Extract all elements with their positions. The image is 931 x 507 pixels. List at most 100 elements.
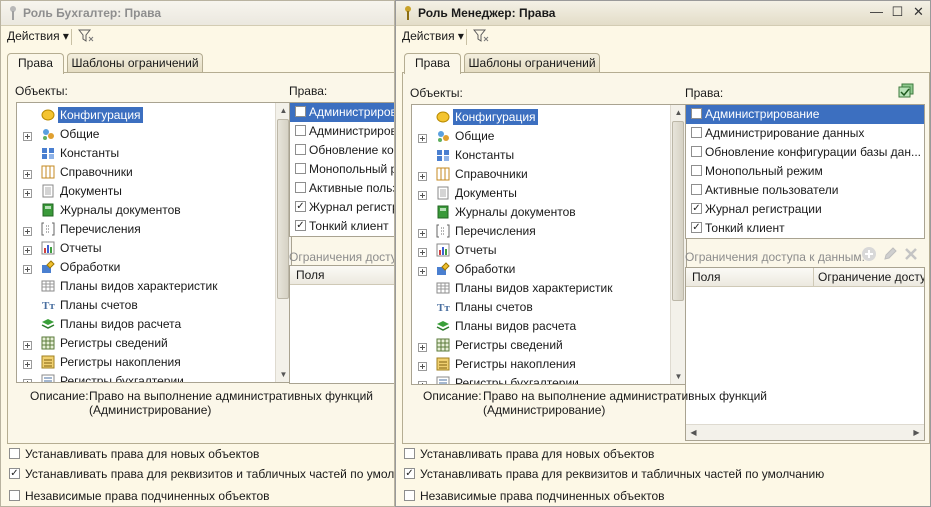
tree-item[interactable]: Регистры сведений [17,334,291,353]
tree-item[interactable]: Тт Планы счетов [412,298,686,317]
right-checkbox[interactable] [295,163,306,174]
right-checkbox[interactable] [691,127,702,138]
tree-item[interactable]: Перечисления [17,220,291,239]
option-checkbox[interactable] [404,490,415,501]
scroll-right-icon[interactable]: ▶ [909,425,924,440]
right-checkbox[interactable] [691,108,702,119]
scroll-left-icon[interactable]: ◀ [686,425,701,440]
option-checkbox[interactable] [9,490,20,501]
right-item[interactable]: Администрирова [290,103,394,122]
close-icon[interactable]: ✕ [911,4,926,20]
right-checkbox[interactable] [691,184,702,195]
expand-icon[interactable] [23,263,32,274]
objects-tree[interactable]: Конфигурация Общие Константы Справочники Док… [16,102,292,383]
column-fields[interactable]: Поля [296,268,325,282]
expand-icon[interactable] [418,341,427,352]
tree-item[interactable]: Документы [17,182,291,201]
right-item[interactable]: Активные пользователи [686,181,924,200]
right-item[interactable]: Администрирование [686,105,924,124]
expand-icon[interactable] [23,187,32,198]
right-checkbox[interactable] [295,106,306,117]
copy-rights-icon[interactable] [898,83,914,99]
tree-item-selected[interactable]: Конфигурация [412,108,686,127]
tree-item[interactable]: Обработки [412,260,686,279]
tree-item[interactable]: Перечисления [412,222,686,241]
expand-icon[interactable] [23,339,32,350]
right-item[interactable]: ✓ Тонкий клиент [686,219,924,238]
expand-icon[interactable] [418,170,427,181]
expand-icon[interactable] [418,132,427,143]
right-item[interactable]: Администрирование данных [686,124,924,143]
tree-scrollbar[interactable]: ▲ ▼ [670,105,686,384]
expand-icon[interactable] [23,358,32,369]
column-fields[interactable]: Поля [692,270,721,284]
right-item[interactable]: Монопольный режим [686,162,924,181]
right-checkbox[interactable] [295,144,306,155]
scroll-thumb[interactable] [277,119,289,299]
right-item[interactable]: Обновление конфигурации базы дан... [686,143,924,162]
rights-list[interactable]: Администрирование Администрирование данны… [685,104,925,239]
tree-item[interactable]: Справочники [17,163,291,182]
expand-icon[interactable] [23,130,32,141]
tree-item[interactable]: Регистры бухгалтерии [17,372,291,382]
tree-item[interactable]: Общие [412,127,686,146]
right-checkbox[interactable] [691,146,702,157]
right-item[interactable]: Администрирова [290,122,394,141]
right-checkbox[interactable]: ✓ [295,201,306,212]
scroll-down-icon[interactable]: ▼ [671,369,686,384]
right-item[interactable]: ✓ Журнал регистрации [686,200,924,219]
tab-restriction-templates[interactable]: Шаблоны ограничений [67,53,203,73]
edit-icon[interactable] [882,246,898,262]
objects-tree[interactable]: Конфигурация Общие Константы Справочники Док… [411,104,687,385]
scroll-thumb[interactable] [672,121,684,301]
column-separator[interactable] [813,268,814,286]
tree-item[interactable]: Планы видов расчета [412,317,686,336]
title-bar[interactable]: Роль Бухгалтер: Права [1,1,394,26]
expand-icon[interactable] [418,246,427,257]
right-checkbox[interactable] [295,125,306,136]
tab-rights[interactable]: Права [7,53,64,74]
option-checkbox[interactable]: ✓ [404,468,415,479]
tree-item[interactable]: Журналы документов [412,203,686,222]
title-bar[interactable]: Роль Менеджер: Права — ☐ ✕ [396,1,930,26]
right-item[interactable]: Активные пользо [290,179,394,198]
actions-menu[interactable]: Действия ▾ [402,29,464,43]
right-item[interactable]: Монопольный реж [290,160,394,179]
right-checkbox[interactable] [295,182,306,193]
scroll-up-icon[interactable]: ▲ [671,105,686,120]
restrictions-grid[interactable]: Поля Ограничение доступа ◀ ▶ [685,267,925,441]
right-checkbox[interactable] [691,165,702,176]
expand-icon[interactable] [418,227,427,238]
right-item[interactable]: ✓ Тонкий клиент [290,217,394,236]
tab-restriction-templates[interactable]: Шаблоны ограничений [464,53,600,73]
right-item[interactable]: ✓Журнал регистра [290,198,394,217]
tree-item[interactable]: Общие [17,125,291,144]
grid-hscrollbar[interactable]: ◀ ▶ [686,424,924,440]
tree-item[interactable]: Регистры накопления [412,355,686,374]
actions-menu[interactable]: Действия ▾ [7,29,69,43]
delete-icon[interactable] [903,246,919,262]
expand-icon[interactable] [23,168,32,179]
right-checkbox[interactable]: ✓ [691,222,702,233]
filter-icon[interactable] [78,28,94,44]
expand-icon[interactable] [418,360,427,371]
add-icon[interactable] [861,246,877,262]
right-checkbox[interactable]: ✓ [295,220,306,231]
tree-item[interactable]: Планы видов характеристик [17,277,291,296]
tree-item[interactable]: Константы [412,146,686,165]
tree-item[interactable]: Планы видов характеристик [412,279,686,298]
maximize-icon[interactable]: ☐ [890,4,905,20]
tree-item[interactable]: Документы [412,184,686,203]
tree-item[interactable]: Константы [17,144,291,163]
tree-item-selected[interactable]: Конфигурация [17,106,291,125]
tree-item[interactable]: Регистры накопления [17,353,291,372]
minimize-icon[interactable]: — [869,4,884,20]
option-checkbox[interactable]: ✓ [9,468,20,479]
tree-item[interactable]: Регистры бухгалтерии [412,374,686,384]
expand-icon[interactable] [23,377,32,382]
expand-icon[interactable] [418,379,427,384]
expand-icon[interactable] [418,265,427,276]
rights-list[interactable]: Администрирова Администрирова Обновление к… [289,102,394,237]
filter-icon[interactable] [473,28,489,44]
tree-item[interactable]: Обработки [17,258,291,277]
